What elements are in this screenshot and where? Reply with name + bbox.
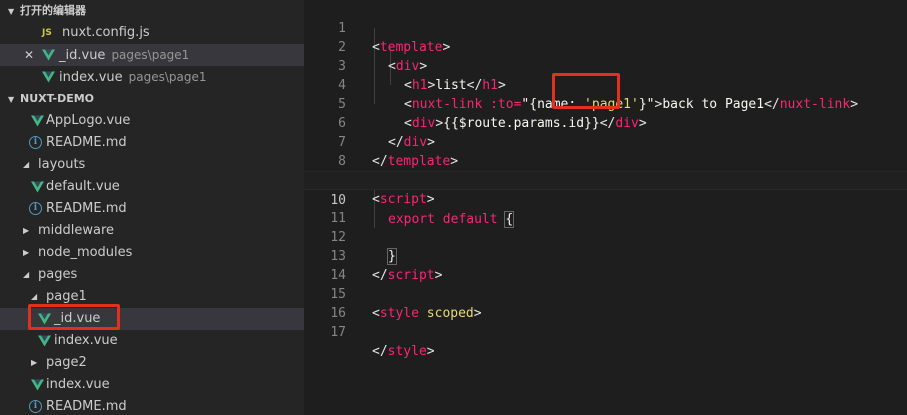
token: </ <box>372 344 388 359</box>
code-line: 17 </style> <box>304 304 907 359</box>
code-line: 1 <template> <box>304 0 907 55</box>
code-line: 16 <box>304 285 907 321</box>
code-line: 3 <h1>list</h1> <box>304 38 907 93</box>
chevron-down-icon: ▼ <box>8 95 15 104</box>
tree-item-label: default.vue <box>46 179 120 194</box>
vue-icon <box>42 49 55 61</box>
tree-item-folder[interactable]: ◢ layouts <box>0 154 304 176</box>
close-icon[interactable]: ✕ <box>24 44 34 66</box>
tree-item-label: index.vue <box>54 333 118 348</box>
token: style <box>387 344 427 359</box>
tree-item-label: page2 <box>46 355 87 370</box>
explorer-sidebar: ▼ 打开的编辑器 JS nuxt.config.js ✕ _id.vue pages… <box>0 0 304 415</box>
tree-item-folder[interactable]: ▶ page2 <box>0 352 304 374</box>
info-icon: i <box>29 400 42 413</box>
info-icon: i <box>29 136 42 149</box>
line-number: 17 <box>330 325 346 340</box>
highlight-box <box>552 73 620 109</box>
code-line: 13 </script> <box>304 228 907 283</box>
tree-item-label: pages <box>38 267 78 282</box>
open-editor-item[interactable]: index.vue pages\page1 <box>0 66 304 88</box>
token: > <box>426 344 435 359</box>
chevron-right-icon: ▶ <box>23 248 30 257</box>
chevron-down-icon: ▼ <box>8 7 15 16</box>
tree-item-folder[interactable]: ◢ pages <box>0 264 304 286</box>
highlight-box <box>28 304 120 330</box>
tree-item-label: layouts <box>38 157 86 172</box>
tree-item-file[interactable]: i README.md <box>0 132 304 154</box>
open-editor-name: nuxt.config.js <box>62 25 150 40</box>
code-line: 14 <box>304 247 907 283</box>
vue-icon <box>31 115 44 127</box>
tree-item-label: README.md <box>46 399 127 414</box>
code-line-current: 10 export default { <box>304 171 907 228</box>
vue-icon <box>31 379 44 391</box>
open-editor-item-active[interactable]: ✕ _id.vue pages\page1 <box>0 44 304 66</box>
project-title: NUXT-DEMO <box>20 92 95 105</box>
code-line: 8 <box>304 133 907 169</box>
tree-item-label: README.md <box>46 135 127 150</box>
tree-item-file[interactable]: AppLogo.vue <box>0 110 304 132</box>
open-editor-item[interactable]: JS nuxt.config.js <box>0 22 304 44</box>
chevron-right-icon: ▶ <box>23 226 30 235</box>
code-line: 12 } <box>304 209 907 265</box>
tree-item-label: README.md <box>46 201 127 216</box>
code-editor[interactable]: 1 <template> 2 <div> 3 <h1>list</h1> 4 <… <box>304 0 907 415</box>
open-editor-path: pages\page1 <box>111 48 190 62</box>
tree-item-label: node_modules <box>38 245 133 260</box>
tree-item-file[interactable]: index.vue <box>0 374 304 396</box>
chevron-right-icon: ▶ <box>31 358 38 367</box>
chevron-down-icon: ◢ <box>23 160 30 169</box>
tree-item-file[interactable]: i README.md <box>0 396 304 415</box>
tree-item-label: index.vue <box>46 377 110 392</box>
project-header[interactable]: ▼ NUXT-DEMO <box>0 88 304 110</box>
chevron-down-icon: ◢ <box>23 270 30 279</box>
tree-item-folder[interactable]: ▶ middleware <box>0 220 304 242</box>
tree-item-file[interactable]: index.vue <box>0 330 304 352</box>
tree-item-folder[interactable]: ▶ node_modules <box>0 242 304 264</box>
open-editor-name: index.vue <box>59 70 123 85</box>
code-line: 11 <box>304 190 907 226</box>
code-line: 7 </template> <box>304 114 907 169</box>
open-editor-path: pages\page1 <box>128 70 207 84</box>
tree-item-file[interactable]: default.vue <box>0 176 304 198</box>
js-file-icon: JS <box>42 28 52 38</box>
code-line: 2 <div> <box>304 19 907 74</box>
vue-icon <box>38 335 51 347</box>
code-line: 9 <script> <box>304 152 907 207</box>
open-editors-header[interactable]: ▼ 打开的编辑器 <box>0 0 304 22</box>
info-icon: i <box>29 202 42 215</box>
tree-item-label: middleware <box>38 223 115 238</box>
open-editor-name: _id.vue <box>59 48 106 63</box>
vue-icon <box>31 181 44 193</box>
tree-item-file[interactable]: i README.md <box>0 198 304 220</box>
vue-icon <box>42 71 55 83</box>
code-line: 15 <style scoped> <box>304 266 907 321</box>
tree-item-label: AppLogo.vue <box>46 113 131 128</box>
open-editors-title: 打开的编辑器 <box>20 4 86 17</box>
